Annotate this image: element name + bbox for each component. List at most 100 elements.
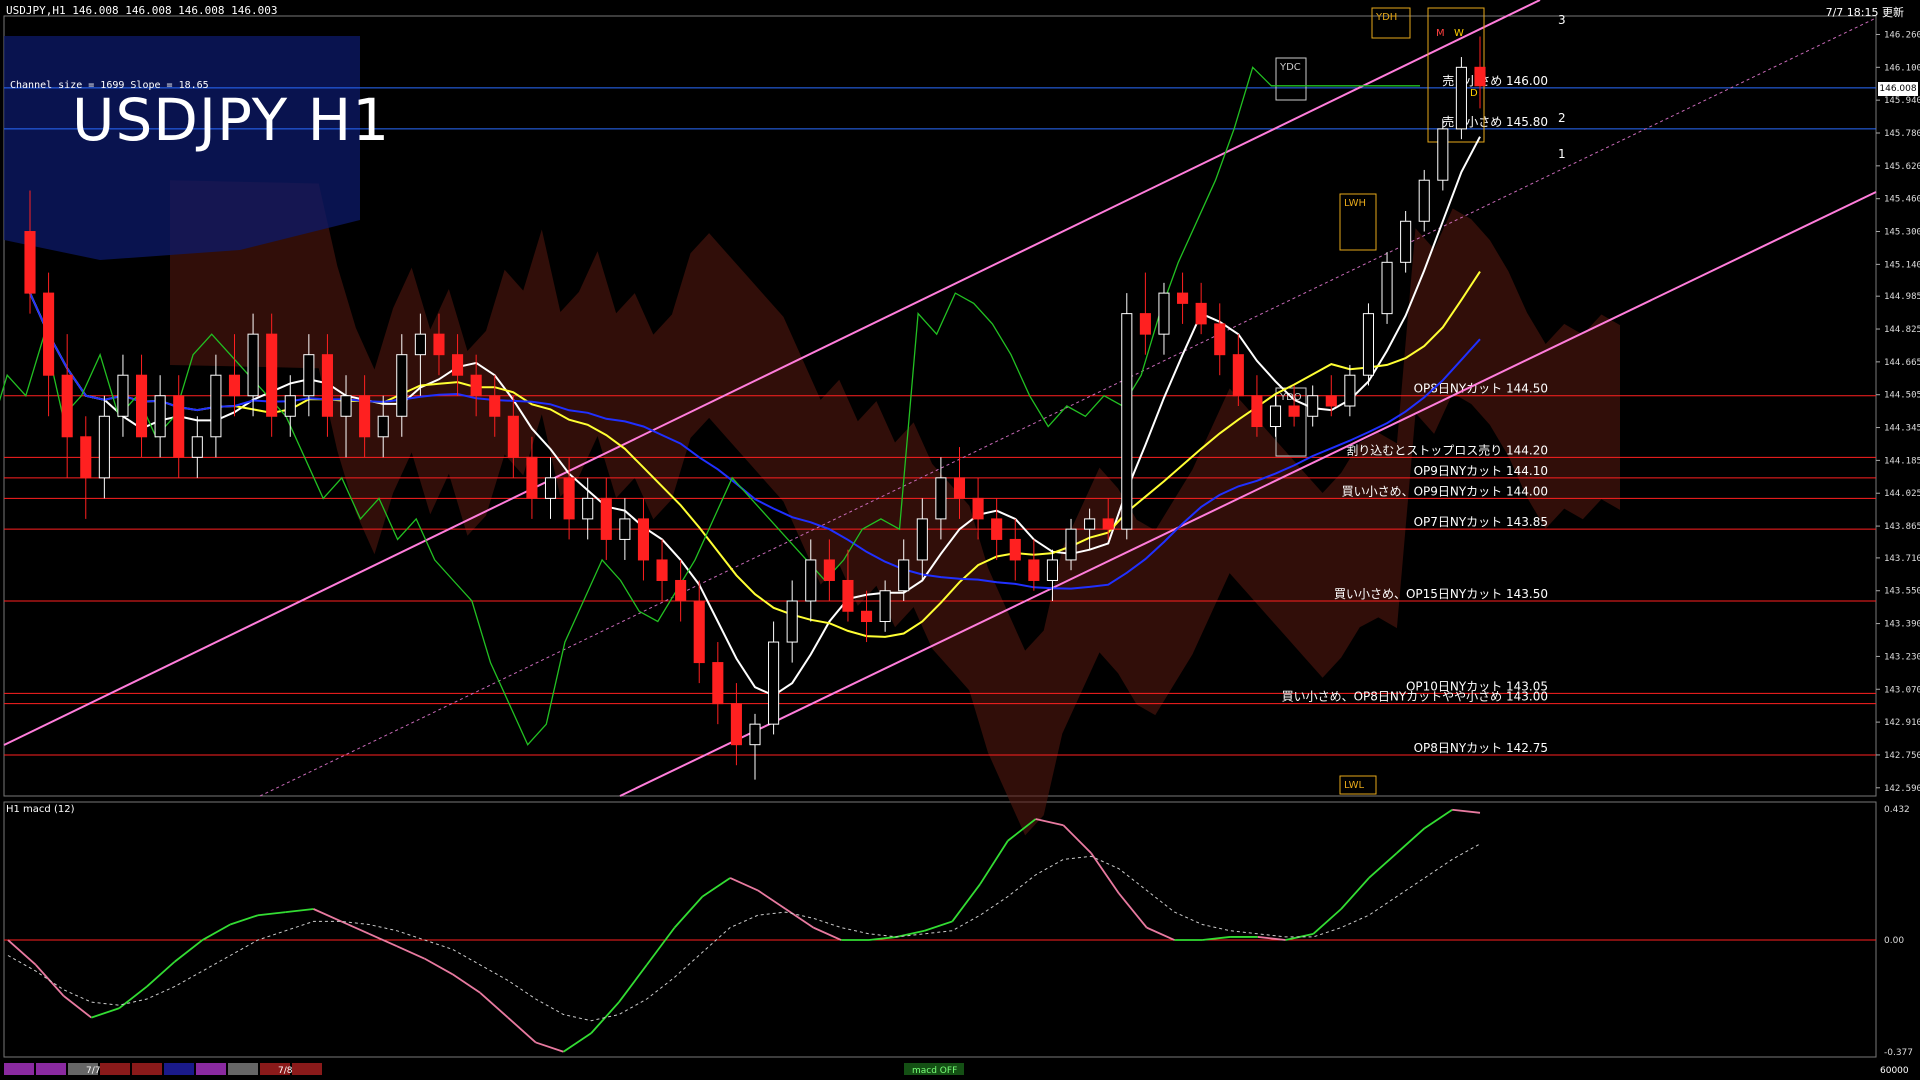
channel-label: 2 [1558, 111, 1566, 125]
y-tick-label: 143.550 [1884, 587, 1920, 597]
channel-label: 1 [1558, 147, 1566, 161]
y-tick-label: 142.590 [1884, 784, 1920, 794]
candle-body [786, 600, 798, 643]
candle-body [1307, 395, 1319, 417]
candle-body [879, 590, 891, 623]
level-box-label: YDC [1279, 62, 1301, 73]
candle-body [619, 518, 631, 540]
candle-body [359, 395, 371, 438]
channel-label: 3 [1558, 13, 1566, 27]
candle-body [1418, 179, 1430, 222]
bottom-bar-segment [100, 1063, 130, 1075]
bottom-bar-segment [164, 1063, 194, 1075]
bottom-bar-segment [36, 1063, 66, 1075]
candle-body [1269, 405, 1282, 428]
y-tick-label: 144.505 [1884, 391, 1920, 401]
candle-body [1214, 323, 1226, 356]
candle-body [842, 579, 854, 612]
level-box-label: LWH [1344, 198, 1366, 209]
candle-body [637, 518, 650, 561]
candle-body [154, 395, 166, 438]
candle-body [1046, 559, 1058, 581]
candle-body [712, 662, 724, 705]
macd-zero-label: 0.00 [1884, 936, 1904, 946]
y-tick-label: 144.185 [1884, 456, 1920, 466]
macd-toggle-label: macd OFF [912, 1066, 957, 1076]
candle-body [1177, 292, 1189, 304]
chart-big-title: USDJPY H1 [72, 86, 391, 154]
candle-body [805, 559, 817, 602]
candle-body [61, 374, 73, 438]
y-tick-label: 146.100 [1884, 63, 1920, 73]
y-tick-label: 143.230 [1884, 652, 1920, 662]
mwd-label: D [1470, 88, 1478, 99]
bottom-bar-label: 7/7 [86, 1066, 100, 1076]
candle-body [43, 292, 55, 376]
candle-body [526, 456, 538, 499]
candle-body [98, 415, 110, 479]
macd-top-label: 0.432 [1884, 805, 1910, 815]
y-tick-label: 145.300 [1884, 228, 1920, 238]
candle-body [1028, 559, 1040, 581]
candle-body [266, 333, 278, 417]
candle-body [1158, 292, 1170, 335]
candle-body [1400, 220, 1412, 263]
candle-body [135, 374, 148, 438]
bottom-bar-segment [132, 1063, 162, 1075]
y-tick-label: 144.025 [1884, 489, 1920, 499]
bottom-bar-segment [292, 1063, 322, 1075]
candle-body [173, 395, 185, 458]
candle-body [1084, 518, 1096, 530]
candle-body [489, 395, 501, 417]
y-tick-label: 145.140 [1884, 260, 1920, 270]
candle-body [80, 436, 92, 479]
y-tick-label: 145.620 [1884, 162, 1920, 172]
price-chart[interactable]: 146.260 146.100 145.940 145.780 145.620 145.4… [0, 0, 1920, 1080]
y-tick-label: 145.940 [1884, 96, 1920, 106]
bottom-bar-segment [4, 1063, 34, 1075]
candle-body [210, 374, 222, 438]
candle-body [582, 497, 594, 520]
candle-body [191, 436, 203, 458]
candle-body [1362, 313, 1375, 376]
y-tick-label: 143.390 [1884, 620, 1920, 630]
candle-body [972, 497, 984, 520]
candle-body [1102, 518, 1114, 530]
candle-body [935, 477, 947, 520]
candle-body [1121, 313, 1133, 530]
candle-body [340, 395, 352, 417]
candle-body [452, 354, 464, 376]
candle-body [1009, 538, 1021, 561]
candle-body [1065, 528, 1077, 561]
y-tick-label: 144.665 [1884, 358, 1920, 368]
candle-body [1251, 395, 1263, 428]
candle-body [1437, 128, 1449, 181]
candle-body [656, 559, 668, 581]
level-box-label: LWL [1344, 780, 1365, 791]
candle-body [396, 354, 408, 417]
macd-panel [3, 801, 1877, 1058]
candle-body [1232, 354, 1244, 397]
mwd-label: M [1436, 28, 1445, 39]
y-tick-label: 143.865 [1884, 522, 1920, 532]
candle-body [563, 477, 575, 520]
candle-body [247, 333, 259, 397]
y-tick-label: 144.825 [1884, 325, 1920, 335]
candle-body [321, 354, 333, 417]
y-tick-label: 142.910 [1884, 718, 1920, 728]
bottom-bar-segment [228, 1063, 258, 1075]
candle-body [693, 600, 705, 664]
candle-body [507, 415, 519, 458]
macd-bottom-label: -0.377 [1884, 1048, 1913, 1058]
candle-body [228, 374, 241, 397]
candle-body [823, 559, 835, 581]
y-tick-label: 145.460 [1884, 195, 1920, 205]
candle-body [730, 703, 742, 746]
candle-body [916, 518, 928, 561]
level-label: OP9日NYカット 144.10 [1414, 464, 1548, 478]
level-box-label: YDH [1375, 12, 1397, 23]
candle-body [284, 395, 296, 417]
candle-body [433, 333, 445, 356]
bottom-bar-label: 7/8 [278, 1066, 293, 1076]
candle-body [1381, 261, 1393, 315]
